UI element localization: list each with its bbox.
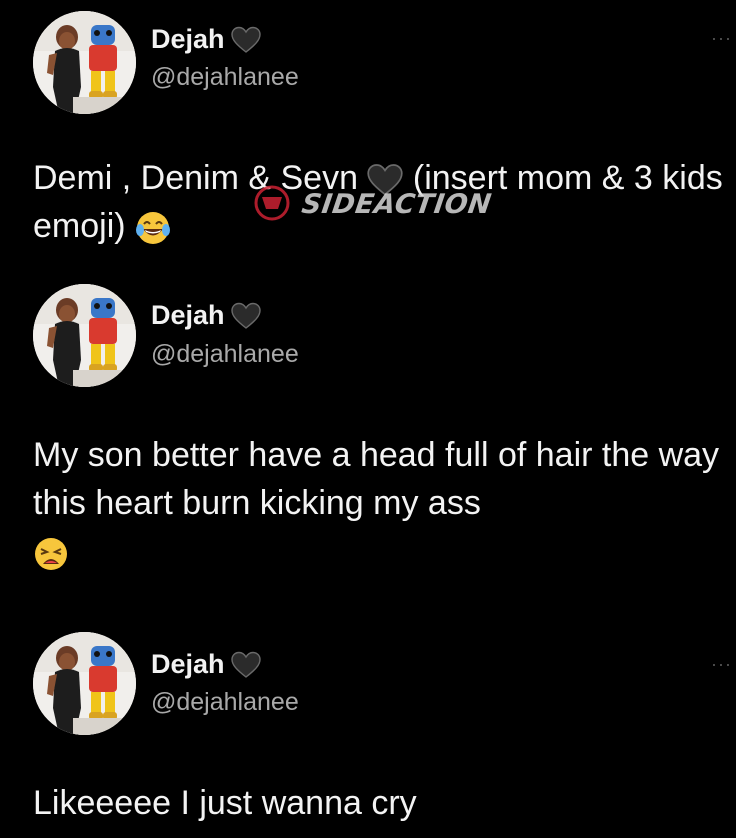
display-name[interactable]: Dejah <box>151 649 225 680</box>
tweet-3: Dejah @dejahlanee ··· Likeeeee I just wa… <box>0 632 736 838</box>
avatar-image <box>33 284 136 387</box>
black-heart-icon <box>231 26 261 54</box>
tweet-text-content: My son better have a head full of hair t… <box>33 436 720 522</box>
display-name[interactable]: Dejah <box>151 24 225 55</box>
avatar[interactable] <box>33 284 136 387</box>
tweet-1: Dejah @dejahlanee ··· Demi , Denim & Sev… <box>0 0 736 260</box>
tears-of-joy-emoji <box>135 210 171 246</box>
avatar[interactable] <box>33 11 136 114</box>
name-row: Dejah <box>151 649 261 680</box>
avatar-image <box>33 632 136 735</box>
tweet-text: Likeeeee I just wanna cry <box>33 784 417 822</box>
tweet-text: My son better have a head full of hair t… <box>33 432 728 575</box>
tweet-text: Demi , Denim & Sevn (insert mom & 3 kids… <box>33 155 728 250</box>
avatar-image <box>33 11 136 114</box>
name-row: Dejah <box>151 300 261 331</box>
handle[interactable]: @dejahlanee <box>151 340 299 369</box>
display-name[interactable]: Dejah <box>151 300 225 331</box>
handle[interactable]: @dejahlanee <box>151 63 299 92</box>
more-options-icon[interactable]: ··· <box>711 28 732 49</box>
more-options-icon[interactable]: ··· <box>711 654 732 675</box>
name-row: Dejah <box>151 24 261 55</box>
black-heart-icon <box>367 162 403 198</box>
black-heart-icon <box>231 651 261 679</box>
handle[interactable]: @dejahlanee <box>151 688 299 717</box>
black-heart-icon <box>231 302 261 330</box>
tweet-text-part1: Demi , Denim & Sevn <box>33 159 368 197</box>
weary-face-emoji <box>33 536 69 572</box>
tweet-2: Dejah @dejahlanee My son better have a h… <box>0 284 736 614</box>
avatar[interactable] <box>33 632 136 735</box>
